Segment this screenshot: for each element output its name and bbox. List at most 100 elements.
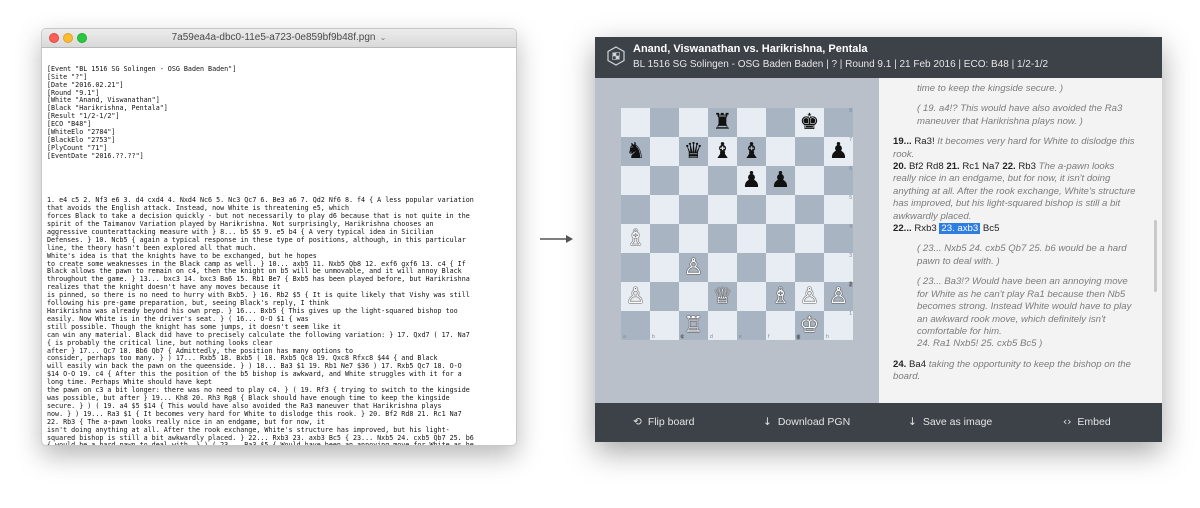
board-square[interactable] [621, 253, 650, 282]
variation-move[interactable]: cxb5 Bc5 ) [994, 338, 1042, 349]
board-square[interactable]: 3 [824, 253, 853, 282]
board-square[interactable]: a [621, 311, 650, 340]
board-square[interactable] [737, 253, 766, 282]
board-square[interactable]: ♕ [708, 282, 737, 311]
editor-filename[interactable]: 7a59ea4a-dbc0-11e5-a723-0e859bf9b48f.pgn… [42, 32, 516, 43]
moves-panel[interactable]: time to keep the kingside secure. ) ( 19… [879, 78, 1162, 403]
chess-piece[interactable]: ♗ [771, 285, 791, 308]
board-square[interactable] [708, 224, 737, 253]
chess-piece[interactable]: ♖ [684, 314, 704, 337]
variation-move[interactable]: cxb5 Qb7 [983, 243, 1029, 254]
move-23-black[interactable]: Bc5 [980, 223, 1000, 234]
board-square[interactable]: ♞ [621, 137, 650, 166]
chess-piece[interactable]: ♙ [829, 285, 849, 308]
board-square[interactable] [621, 166, 650, 195]
flip-board-button[interactable]: ⟲ Flip board [633, 416, 695, 428]
board-square[interactable]: 5 [824, 195, 853, 224]
board-square[interactable]: ♙ 2 [824, 282, 853, 311]
variation-move[interactable]: Ra1 Nxb5! [930, 338, 981, 349]
board-square[interactable] [737, 195, 766, 224]
board-square[interactable]: ♗ [766, 282, 795, 311]
board-square[interactable]: ♙ [621, 282, 650, 311]
variation-move[interactable]: Ba3!? [944, 276, 969, 287]
move-21[interactable]: Rc1 Na7 [960, 161, 1003, 172]
board-square[interactable]: 1h [824, 311, 853, 340]
chess-piece[interactable]: ♟ [742, 169, 762, 192]
board-square[interactable]: ♟ [737, 166, 766, 195]
board-square[interactable] [679, 224, 708, 253]
board-square[interactable]: ♙ [679, 253, 708, 282]
board-square[interactable] [766, 224, 795, 253]
save-as-image-button[interactable]: ↓ Save as image [908, 416, 992, 428]
embed-button[interactable]: ‹› Embed [1063, 416, 1111, 428]
board-square[interactable]: d [708, 311, 737, 340]
board-square[interactable] [650, 253, 679, 282]
board-square[interactable] [650, 195, 679, 224]
board-square[interactable] [766, 195, 795, 224]
board-square[interactable] [737, 224, 766, 253]
board-square[interactable]: ♜ [708, 108, 737, 137]
board-square[interactable] [737, 282, 766, 311]
board-square[interactable] [679, 282, 708, 311]
board-square[interactable]: 6 [824, 166, 853, 195]
board-square[interactable] [795, 224, 824, 253]
chess-piece[interactable]: ♟ [771, 169, 791, 192]
board-square[interactable] [708, 195, 737, 224]
chess-piece[interactable]: ♙ [626, 285, 646, 308]
move-24-white[interactable]: Ba4 [906, 359, 926, 370]
board-square[interactable] [708, 166, 737, 195]
moves-scrollbar[interactable] [1154, 220, 1157, 292]
board-square[interactable]: ♟ 7 [824, 137, 853, 166]
chess-piece[interactable]: ♟ [829, 140, 849, 163]
board-square[interactable] [650, 166, 679, 195]
current-move-highlight[interactable]: 23. axb3 [939, 223, 981, 235]
board-square[interactable]: ♖ c [679, 311, 708, 340]
chess-piece[interactable]: ♙ [800, 285, 820, 308]
board-square[interactable]: ♝ [708, 137, 737, 166]
chess-piece[interactable]: ♙ [684, 256, 704, 279]
board-square[interactable]: ♚ [795, 108, 824, 137]
board-square[interactable] [650, 137, 679, 166]
board-square[interactable] [795, 166, 824, 195]
chess-piece[interactable]: ♗ [626, 227, 646, 250]
editor-text-area[interactable]: [Event "BL 1516 SG Solingen - OSG Baden … [42, 48, 516, 445]
board-square[interactable]: ♛ [679, 137, 708, 166]
chess-piece[interactable]: ♛ [684, 140, 704, 163]
board-square[interactable] [679, 108, 708, 137]
board-square[interactable] [650, 108, 679, 137]
variation-move[interactable]: Nxb5 [944, 243, 969, 254]
board-square[interactable] [766, 137, 795, 166]
board-square[interactable]: f [766, 311, 795, 340]
chess-piece[interactable]: ♔ [800, 314, 820, 337]
board-square[interactable] [795, 195, 824, 224]
board-square[interactable] [708, 253, 737, 282]
board-square[interactable] [621, 195, 650, 224]
chessboard[interactable]: ♜ ♚ 8 ♞ ♛ ♝ ♝ ♟ 7 ♟ ♟ 6 5 ♗ 4 ♙ 3 ♙ ♕ ♗ ♙ ♙ 2 a b ♖ c d e f ♔ g 1 h [621, 108, 853, 340]
board-square[interactable]: ♔ g [795, 311, 824, 340]
chess-piece[interactable]: ♝ [713, 140, 733, 163]
chess-piece[interactable]: ♜ [713, 111, 733, 134]
board-square[interactable] [795, 253, 824, 282]
board-square[interactable] [795, 137, 824, 166]
chess-piece[interactable]: ♝ [742, 140, 762, 163]
move-22-white[interactable]: Rb3 [1016, 161, 1036, 172]
board-square[interactable] [650, 282, 679, 311]
board-square[interactable]: 8 [824, 108, 853, 137]
board-square[interactable]: ♗ [621, 224, 650, 253]
variation-move[interactable]: 19. a4!? [923, 103, 958, 114]
board-square[interactable] [766, 253, 795, 282]
board-square[interactable]: ♝ [737, 137, 766, 166]
board-square[interactable]: e [737, 311, 766, 340]
board-square[interactable] [679, 195, 708, 224]
board-square[interactable] [766, 108, 795, 137]
chess-piece[interactable]: ♞ [626, 140, 646, 163]
board-square[interactable]: ♟ [766, 166, 795, 195]
board-square[interactable]: ♙ [795, 282, 824, 311]
chess-piece[interactable]: ♚ [800, 111, 820, 134]
move-22-black[interactable]: Rxb3 [912, 223, 940, 234]
move-20[interactable]: Bf2 Rd8 [906, 161, 946, 172]
board-square[interactable]: b [650, 311, 679, 340]
download-pgn-button[interactable]: ↓ Download PGN [763, 416, 850, 428]
board-square[interactable]: 4 [824, 224, 853, 253]
board-square[interactable] [679, 166, 708, 195]
